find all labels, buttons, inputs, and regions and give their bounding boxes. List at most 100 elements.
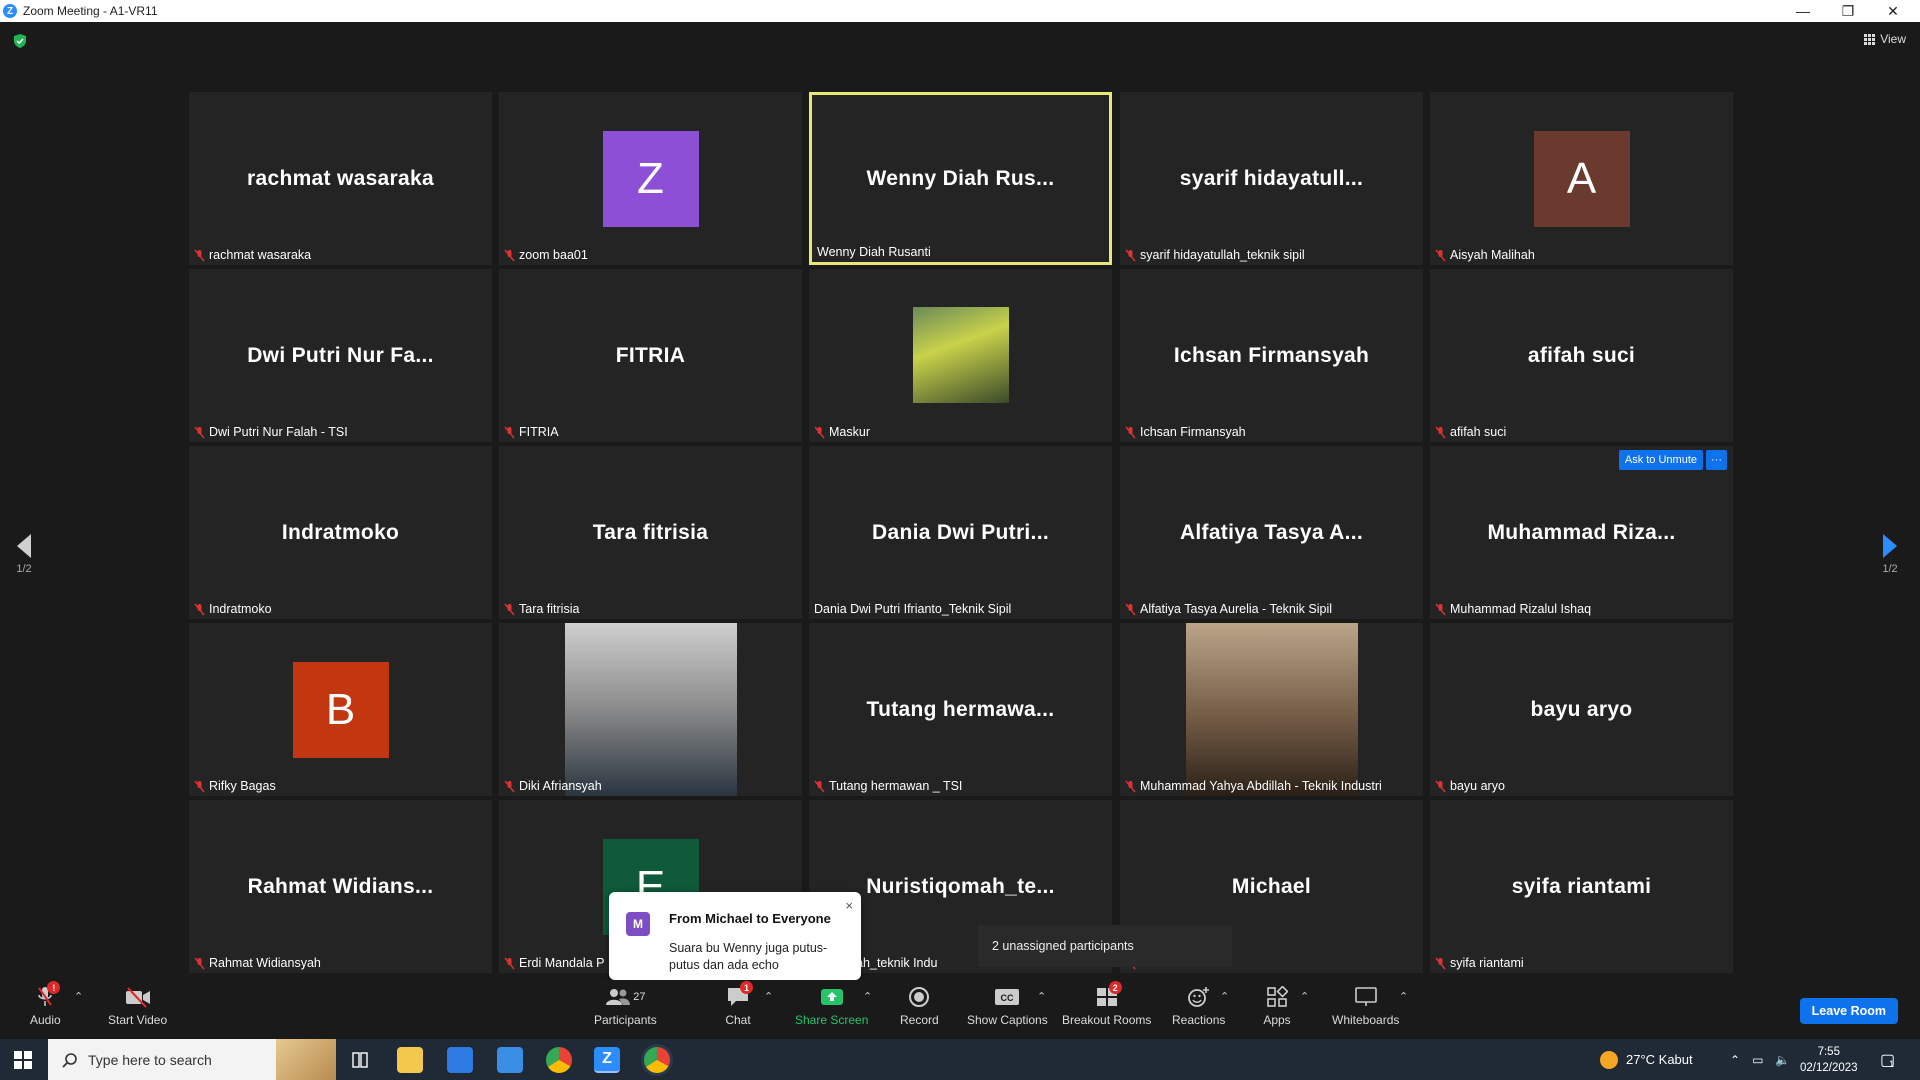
participant-tile[interactable]: Wenny Diah Rus... Wenny Diah Rusanti: [809, 92, 1112, 265]
reactions-options-caret[interactable]: ⌃: [1220, 990, 1229, 1003]
clock[interactable]: 7:55 02/12/2023: [1800, 1039, 1858, 1080]
leave-room-button[interactable]: Leave Room: [1799, 998, 1898, 1024]
participant-tile[interactable]: Indratmoko Indratmoko: [189, 446, 492, 619]
record-label: Record: [900, 1013, 939, 1027]
breakout-rooms-label: Breakout Rooms: [1062, 1013, 1152, 1027]
participant-name-label: afifah suci: [1435, 425, 1506, 439]
participant-name-label: rachmat wasaraka: [194, 248, 311, 262]
chrome-active-icon[interactable]: [644, 1047, 670, 1073]
participant-name-label: Tutang hermawan _ TSI: [814, 779, 962, 793]
mail-icon[interactable]: [497, 1047, 523, 1073]
share-options-caret[interactable]: ⌃: [863, 990, 872, 1003]
muted-mic-icon: [1435, 426, 1446, 438]
participant-tile[interactable]: Rahmat Widians... Rahmat Widiansyah: [189, 800, 492, 973]
window-title: Zoom Meeting - A1-VR11: [23, 4, 158, 18]
participant-tile[interactable]: Tutang hermawa... Tutang hermawan _ TSI: [809, 623, 1112, 796]
unassigned-participants-banner[interactable]: 2 unassigned participants: [978, 925, 1232, 967]
participant-tile[interactable]: Zzoom baa01: [499, 92, 802, 265]
breakout-rooms-button[interactable]: 2 Breakout Rooms: [1062, 981, 1152, 1027]
start-button[interactable]: [14, 1051, 32, 1074]
participant-tile[interactable]: syarif hidayatull... syarif hidayatullah_…: [1120, 92, 1423, 265]
participant-display-name: Tara fitrisia: [592, 520, 709, 544]
notification-center-button[interactable]: ▢ 1: [1880, 1039, 1895, 1080]
muted-mic-icon: [1435, 249, 1446, 261]
participant-tile[interactable]: rachmat wasaraka rachmat wasaraka: [189, 92, 492, 265]
share-screen-icon: [820, 989, 843, 1005]
captions-options-caret[interactable]: ⌃: [1037, 990, 1046, 1003]
participant-tile[interactable]: Dwi Putri Nur Fa... Dwi Putri Nur Falah -…: [189, 269, 492, 442]
microsoft-store-icon[interactable]: [447, 1047, 473, 1073]
share-screen-button[interactable]: Share Screen: [795, 984, 868, 1027]
ask-to-unmute-button[interactable]: Ask to Unmute: [1618, 450, 1703, 470]
restore-button[interactable]: ❐: [1826, 0, 1870, 22]
chat-button[interactable]: 1 Chat: [723, 981, 753, 1027]
participant-video-feed: [1185, 623, 1358, 796]
participant-tile[interactable]: Diki Afriansyah: [499, 623, 802, 796]
chat-options-caret[interactable]: ⌃: [764, 990, 773, 1003]
participant-tile[interactable]: bayu aryo bayu aryo: [1430, 623, 1733, 796]
participant-tile[interactable]: Muhammad Yahya Abdillah - Teknik Industr…: [1120, 623, 1423, 796]
participant-tile[interactable]: syifa riantami syifa riantami: [1430, 800, 1733, 973]
tray-chevron-icon[interactable]: ⌃: [1730, 1053, 1740, 1067]
participant-tile[interactable]: Ichsan Firmansyah Ichsan Firmansyah: [1120, 269, 1423, 442]
task-view-icon[interactable]: [347, 1047, 373, 1073]
participant-tile[interactable]: Dania Dwi Putri... Dania Dwi Putri Ifrian…: [809, 446, 1112, 619]
participant-name: Diki Afriansyah: [519, 779, 602, 793]
network-icon[interactable]: ▭: [1752, 1053, 1763, 1067]
close-window-button[interactable]: ✕: [1871, 0, 1915, 22]
participants-button[interactable]: 27 Participants: [594, 984, 657, 1027]
participant-display-name: rachmat wasaraka: [247, 166, 434, 190]
participant-tile[interactable]: Muhammad Riza... Ask to Unmute ··· Muhammad…: [1430, 446, 1733, 619]
participant-name: syifa riantami: [1450, 956, 1524, 970]
participant-name-label: Diki Afriansyah: [504, 779, 602, 793]
participant-tile[interactable]: Tara fitrisia Tara fitrisia: [499, 446, 802, 619]
participant-name: Muhammad Rizalul Ishaq: [1450, 602, 1592, 616]
whiteboards-button[interactable]: Whiteboards: [1332, 984, 1399, 1027]
system-tray[interactable]: ⌃ ▭ 🔈: [1730, 1039, 1790, 1080]
zoom-app-icon: Z: [3, 4, 17, 18]
muted-mic-icon: [1125, 426, 1136, 438]
muted-mic-icon: [504, 957, 515, 969]
reactions-button[interactable]: Reactions: [1172, 984, 1225, 1027]
audio-button[interactable]: ! Audio: [30, 981, 61, 1027]
encryption-shield-icon[interactable]: [12, 33, 28, 49]
taskbar-search[interactable]: Type here to search: [48, 1039, 336, 1080]
participant-name-label: Dania Dwi Putri Ifrianto_Teknik Sipil: [814, 602, 1011, 616]
participant-name: Aisyah Malihah: [1450, 248, 1535, 262]
file-explorer-icon[interactable]: [397, 1047, 423, 1073]
participant-tile[interactable]: FITRIA FITRIA: [499, 269, 802, 442]
next-page-button[interactable]: 1/2: [1880, 532, 1900, 575]
participant-display-name: Muhammad Riza...: [1487, 520, 1676, 544]
participant-tile[interactable]: Maskur: [809, 269, 1112, 442]
prev-page-button[interactable]: 1/2: [14, 532, 34, 575]
muted-mic-icon: [504, 426, 515, 438]
start-video-label: Start Video: [108, 1013, 168, 1027]
close-popup-button[interactable]: ×: [845, 898, 853, 913]
apps-options-caret[interactable]: ⌃: [1300, 990, 1309, 1003]
breakout-badge: 2: [1108, 981, 1122, 994]
audio-warning-badge: !: [47, 981, 61, 994]
audio-options-caret[interactable]: ⌃: [74, 990, 83, 1003]
apps-button[interactable]: Apps: [1262, 984, 1292, 1027]
participant-avatar: B: [292, 661, 389, 758]
weather-widget[interactable]: 27°C Kabut: [1600, 1039, 1693, 1080]
chrome-icon[interactable]: [546, 1047, 572, 1073]
whiteboards-options-caret[interactable]: ⌃: [1399, 990, 1408, 1003]
start-video-button[interactable]: Start Video: [108, 984, 167, 1027]
participant-name: Dania Dwi Putri Ifrianto_Teknik Sipil: [814, 602, 1012, 616]
view-button[interactable]: View: [1864, 32, 1906, 46]
minimize-button[interactable]: —: [1781, 0, 1825, 22]
more-options-button[interactable]: ···: [1706, 450, 1727, 470]
show-captions-button[interactable]: CC Show Captions: [967, 984, 1048, 1027]
muted-mic-icon: [504, 249, 515, 261]
muted-mic-icon: [1435, 957, 1446, 969]
participant-name: afifah suci: [1450, 425, 1507, 439]
participant-tile[interactable]: B Rifky Bagas: [189, 623, 492, 796]
participant-tile[interactable]: Alfatiya Tasya A... Alfatiya Tasya Aureli…: [1120, 446, 1423, 619]
chat-notification-popup[interactable]: M From Michael to Everyone Suara bu Wenn…: [609, 892, 861, 980]
volume-icon[interactable]: 🔈: [1775, 1053, 1790, 1067]
record-button[interactable]: Record: [900, 984, 939, 1027]
zoom-taskbar-icon[interactable]: Z: [594, 1047, 620, 1073]
participant-tile[interactable]: A Aisyah Malihah: [1430, 92, 1733, 265]
participant-tile[interactable]: afifah suci afifah suci: [1430, 269, 1733, 442]
